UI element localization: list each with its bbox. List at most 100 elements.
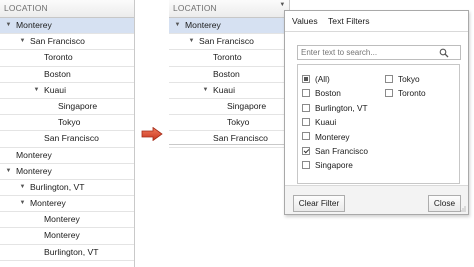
resize-grip-icon[interactable] [460, 206, 466, 212]
column-header-location[interactable]: LOCATION ▼ [169, 0, 289, 18]
column-header-label: LOCATION [173, 3, 217, 13]
filter-value-label: Monterey [315, 131, 350, 142]
tree-row[interactable]: Toronto [169, 50, 289, 67]
cell-location: Kuaui [213, 84, 235, 95]
collapse-toggle-icon[interactable]: ▼ [4, 18, 13, 33]
cell-location: Tokyo [227, 117, 250, 128]
divider [285, 31, 468, 32]
checkbox[interactable] [385, 89, 393, 98]
collapse-toggle-icon[interactable]: ▼ [201, 83, 210, 98]
cell-location: Tokyo [58, 117, 81, 128]
collapse-toggle-icon[interactable]: ▼ [4, 164, 13, 179]
clear-filter-button[interactable]: Clear Filter [293, 195, 345, 212]
checkbox[interactable] [302, 161, 310, 170]
tree-list-right: LOCATION ▼ ▼ Monterey ▼ San Francisco Toront… [169, 0, 290, 148]
filter-value-label: Boston [315, 88, 341, 99]
filter-popup: Values Text Filters (All) Boston Burlingto… [284, 10, 469, 215]
tree-row[interactable]: ▼ Burlington, VT [0, 180, 134, 197]
filter-value-label: Toronto [398, 88, 426, 99]
cell-location: San Francisco [199, 36, 254, 47]
filter-value-item[interactable]: Singapore [302, 158, 353, 170]
collapse-toggle-icon[interactable]: ▼ [187, 34, 196, 49]
checkbox[interactable] [302, 146, 310, 155]
tree-row[interactable]: San Francisco [169, 131, 289, 148]
cell-location: Singapore [58, 100, 98, 111]
cell-location: Monterey [185, 20, 221, 30]
tree-row[interactable]: Tokyo [169, 115, 289, 132]
checkbox[interactable] [302, 103, 310, 112]
tree-row[interactable]: Tokyo [0, 115, 134, 132]
filter-value-item[interactable]: San Francisco [302, 144, 368, 156]
cell-location: Burlington, VT [44, 246, 99, 257]
tree-row[interactable]: ▼ Monterey [0, 164, 134, 180]
cell-location: Boston [44, 68, 71, 79]
tree-row[interactable]: San Francisco [0, 131, 134, 148]
cell-location: Toronto [213, 52, 242, 63]
tree-row[interactable]: Monterey [0, 228, 134, 245]
tree-row[interactable]: ▼ San Francisco [169, 34, 289, 51]
tree-row[interactable]: ▼ Monterey [0, 18, 134, 35]
tree-row[interactable]: ▼ Kuaui [169, 83, 289, 99]
cell-location: Monterey [16, 165, 52, 176]
filter-value-label: Singapore [315, 160, 353, 171]
tree-row[interactable]: Toronto [0, 50, 134, 67]
tree-row[interactable]: ▼ Monterey [169, 18, 289, 35]
filter-value-label: (All) [315, 73, 330, 84]
right-arrow-icon [141, 127, 163, 141]
funnel-dropdown-icon[interactable]: ▼ [278, 1, 287, 9]
tree-list-left: LOCATION ▼ Monterey ▼ San Francisco Toronto B… [0, 0, 135, 267]
tree-row[interactable]: ▼ Kuaui [0, 83, 134, 99]
filter-tabs: Values Text Filters [285, 11, 468, 31]
column-header-location[interactable]: LOCATION [0, 0, 134, 18]
cell-location: San Francisco [44, 133, 99, 144]
value-list: (All) Boston Burlington, VT Kuaui Monterey Sa… [297, 64, 460, 184]
tab-text-filters[interactable]: Text Filters [328, 16, 370, 26]
tree-row[interactable]: ▼ Monterey [0, 196, 134, 213]
filter-value-label: Burlington, VT [315, 102, 368, 113]
collapse-toggle-icon[interactable]: ▼ [173, 18, 182, 33]
cell-location: Burlington, VT [30, 181, 85, 192]
tree-row[interactable]: Boston [0, 67, 134, 83]
column-header-label: LOCATION [4, 3, 48, 13]
popup-footer: Clear Filter Close [285, 186, 468, 214]
collapse-toggle-icon[interactable]: ▼ [18, 34, 27, 49]
checkbox[interactable] [302, 89, 310, 98]
checkbox[interactable] [302, 132, 310, 141]
cell-location: San Francisco [30, 36, 85, 47]
filter-value-item[interactable]: Monterey [302, 130, 350, 142]
checkbox[interactable] [385, 74, 393, 83]
collapse-toggle-icon[interactable]: ▼ [32, 83, 41, 98]
tree-row[interactable]: Singapore [169, 99, 289, 116]
cell-location: Monterey [44, 230, 80, 241]
filter-value-item[interactable]: Boston [302, 86, 341, 98]
tree-row[interactable]: Burlington, VT [0, 245, 134, 261]
checkbox[interactable] [302, 118, 310, 126]
cell-location: Monterey [44, 214, 80, 225]
checkbox[interactable] [302, 74, 310, 83]
search-icon [439, 48, 449, 58]
cell-location: San Francisco [213, 133, 268, 144]
filter-value-label: Tokyo [398, 73, 420, 84]
filter-value-label: Kuaui [315, 117, 337, 127]
filter-value-item[interactable]: Kuaui [302, 115, 336, 127]
tree-row[interactable]: Singapore [0, 99, 134, 116]
filter-value-item[interactable]: Toronto [385, 86, 426, 98]
tree-row[interactable]: ▼ San Francisco [0, 34, 134, 51]
search-input[interactable] [297, 45, 461, 60]
filter-value-item[interactable]: Tokyo [385, 72, 420, 84]
cell-location: Monterey [30, 198, 66, 209]
tab-values[interactable]: Values [292, 16, 318, 26]
tree-row[interactable]: Monterey [0, 212, 134, 229]
filter-value-item[interactable]: (All) [302, 72, 330, 84]
tree-rows: ▼ Monterey ▼ San Francisco Toronto Boston ▼ Kua… [169, 18, 289, 148]
filter-value-item[interactable]: Burlington, VT [302, 101, 368, 113]
collapse-toggle-icon[interactable]: ▼ [18, 196, 27, 211]
collapse-toggle-icon[interactable]: ▼ [18, 180, 27, 195]
tree-rows: ▼ Monterey ▼ San Francisco Toronto Boston ▼ Kua… [0, 18, 134, 261]
tree-row[interactable]: Boston [169, 67, 289, 83]
tree-row[interactable]: Monterey [0, 148, 134, 164]
cell-location: Kuaui [44, 84, 66, 95]
cell-location: Monterey [16, 149, 52, 160]
cell-location: Monterey [16, 20, 52, 30]
close-button[interactable]: Close [428, 195, 461, 212]
